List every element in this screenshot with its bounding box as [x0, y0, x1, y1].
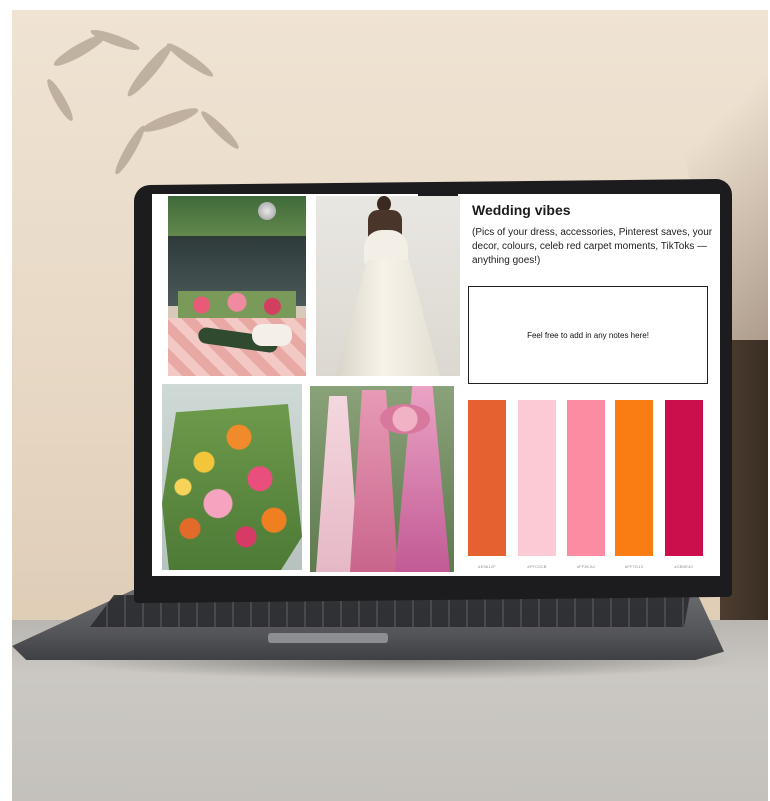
palette-label-2: #FFC0CB — [527, 564, 547, 569]
palette-swatch-5 — [665, 400, 703, 556]
palette-label-3: #FF8CA1 — [576, 564, 596, 569]
pink-gowns-photo[interactable] — [310, 386, 454, 572]
palette-swatch-3 — [567, 400, 605, 556]
laptop-trackpad-lip — [268, 633, 388, 643]
board-description: (Pics of your dress, accessories, Pinter… — [472, 227, 713, 266]
flower-arrangement-photo[interactable] — [162, 384, 302, 570]
product-mockup-scene: Wedding vibes (Pics of your dress, acces… — [0, 0, 770, 801]
palette-swatch-4 — [615, 400, 653, 556]
notes-placeholder: Feel free to add in any notes here! — [527, 330, 649, 340]
palette-label-4: #FF7D13 — [624, 564, 644, 569]
palette-label-5: #CB0E4C — [674, 564, 694, 569]
laptop-screen: Wedding vibes (Pics of your dress, acces… — [152, 194, 720, 576]
floral-reception-photo[interactable] — [168, 196, 306, 376]
palette-swatch-1 — [468, 400, 506, 556]
notes-box[interactable]: Feel free to add in any notes here! — [468, 286, 708, 384]
board-title: Wedding vibes — [472, 202, 571, 218]
white-gown-photo[interactable] — [316, 196, 460, 376]
leaf-shadow-decor — [47, 29, 239, 175]
palette-swatch-2 — [518, 400, 556, 556]
palette-label-1: #E5612F — [478, 564, 496, 569]
